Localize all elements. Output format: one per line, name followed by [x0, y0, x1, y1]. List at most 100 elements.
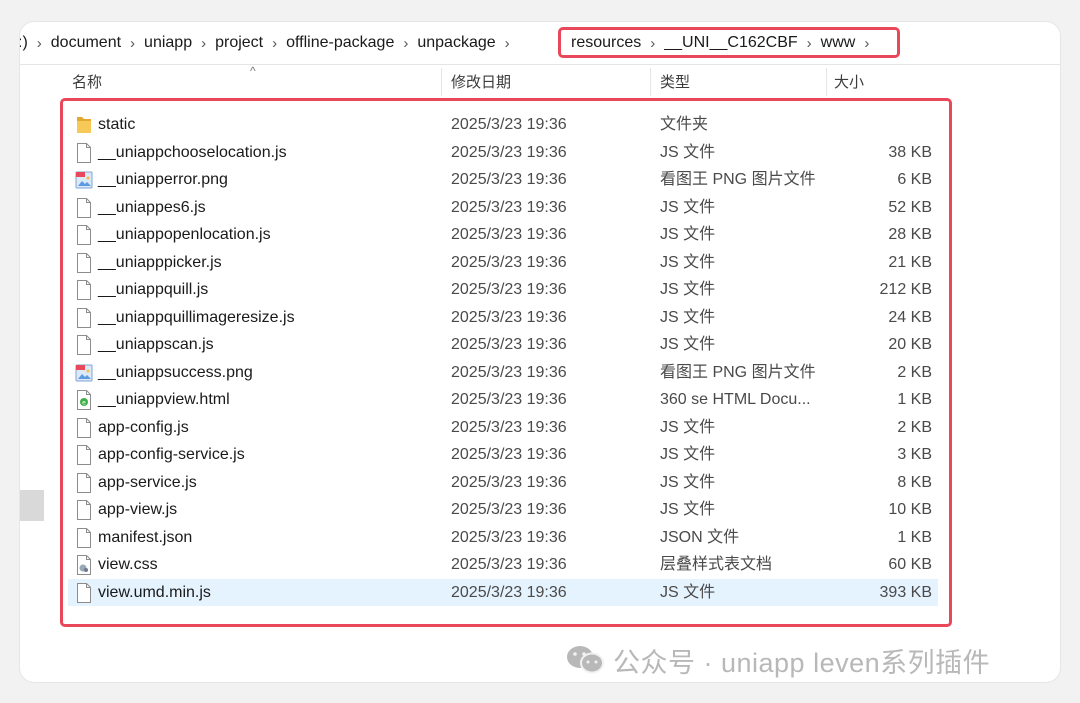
file-name: __uniappchooselocation.js — [98, 143, 287, 161]
file-size: 28 KB — [888, 226, 932, 243]
file-modified-date: 2025/3/23 19:36 — [451, 583, 567, 601]
file-type: JS 文件 — [660, 336, 716, 353]
chevron-right-icon[interactable]: › — [505, 35, 510, 52]
column-divider[interactable] — [441, 68, 442, 96]
file-name: __uniappquill.js — [98, 281, 209, 298]
file-row[interactable]: view.umd.min.js 2025/3/23 19:36 JS 文件 393 K… — [68, 578, 938, 606]
file-row[interactable]: __uniappsuccess.png 2025/3/23 19:36 看图王 PN… — [68, 359, 938, 387]
watermark: 公众号 · uniapp leven系列插件 — [565, 640, 990, 680]
file-modified-date: 2025/3/23 19:36 — [451, 391, 567, 408]
file-size: 8 KB — [897, 473, 932, 491]
file-name: app-service.js — [98, 473, 197, 491]
breadcrumb-highlight-box — [558, 27, 900, 58]
file-row[interactable]: static 2025/3/23 19:36 文件夹 — [68, 111, 938, 139]
file-name: app-config-service.js — [98, 446, 245, 463]
file-icon — [75, 197, 91, 218]
breadcrumb-item[interactable]: unpackage › — [417, 34, 518, 52]
file-type: JS 文件 — [660, 308, 716, 326]
file-type: JS 文件 — [660, 281, 716, 298]
file-modified-date: 2025/3/23 19:36 — [451, 418, 567, 436]
file-modified-date: 2025/3/23 19:36 — [451, 281, 567, 298]
file-row[interactable]: __uniapperror.png 2025/3/23 19:36 看图王 PNG … — [68, 166, 938, 194]
breadcrumb-item[interactable]: uniapp › — [144, 34, 215, 52]
breadcrumb-item[interactable]: document › — [51, 34, 144, 52]
file-name: __uniapppicker.js — [98, 253, 222, 271]
chevron-right-icon[interactable]: › — [201, 35, 206, 52]
file-modified-date: 2025/3/23 19:36 — [451, 473, 567, 491]
file-row[interactable]: app-config.js 2025/3/23 19:36 JS 文件 2 KB — [68, 414, 938, 442]
file-name: app-view.js — [98, 501, 178, 518]
chevron-right-icon[interactable]: › — [37, 35, 42, 52]
file-row[interactable]: view.css 2025/3/23 19:36 层叠样式表文档 60 KB — [68, 551, 938, 579]
chevron-right-icon[interactable]: › — [272, 35, 277, 52]
column-type[interactable]: 类型 — [660, 64, 690, 100]
breadcrumb-item-label: document — [50, 34, 122, 51]
image-file-icon — [75, 363, 93, 382]
file-name: app-config.js — [98, 418, 189, 436]
file-row[interactable]: __uniappquill.js 2025/3/23 19:36 JS 文件 212 … — [68, 276, 938, 304]
column-divider[interactable] — [650, 68, 651, 96]
file-row[interactable]: __uniapppicker.js 2025/3/23 19:36 JS 文件 21 … — [68, 249, 938, 277]
chevron-right-icon[interactable]: › — [130, 35, 135, 52]
file-modified-date: 2025/3/23 19:36 — [451, 363, 567, 381]
file-icon — [75, 335, 91, 355]
file-type: JS 文件 — [660, 501, 716, 518]
file-modified-date: 2025/3/23 19:36 — [451, 116, 567, 133]
file-size: 393 KB — [879, 583, 932, 601]
chevron-right-icon[interactable]: › — [403, 35, 408, 52]
file-size: 20 KB — [888, 336, 932, 353]
file-name: __uniappscan.js — [98, 336, 214, 353]
file-type: 360 se HTML Docu... — [660, 391, 811, 408]
file-row[interactable]: __uniappchooselocation.js 2025/3/23 19:36… — [68, 139, 938, 167]
file-icon — [75, 472, 91, 493]
file-size: 2 KB — [897, 418, 932, 436]
file-type: JSON 文件 — [660, 528, 740, 546]
file-row[interactable]: __uniappscan.js 2025/3/23 19:36 JS 文件 20 KB — [68, 331, 938, 359]
file-row[interactable]: app-config-service.js 2025/3/23 19:36 JS 文… — [68, 441, 938, 469]
file-size: 1 KB — [897, 391, 932, 408]
file-row[interactable]: __uniappopenlocation.js 2025/3/23 19:36 JS… — [68, 221, 938, 249]
file-icon — [75, 582, 91, 603]
breadcrumb-item-label: unpackage — [417, 34, 496, 51]
column-header: ^ 名称 修改日期 类型 大小 — [60, 64, 1060, 100]
file-modified-date: 2025/3/23 19:36 — [451, 501, 567, 518]
file-size: 21 KB — [888, 253, 932, 271]
file-modified-date: 2025/3/23 19:36 — [451, 446, 567, 463]
column-size[interactable]: 大小 — [834, 64, 864, 100]
file-modified-date: 2025/3/23 19:36 — [451, 226, 567, 243]
file-name: manifest.json — [98, 528, 193, 546]
column-date[interactable]: 修改日期 — [451, 64, 511, 100]
column-name[interactable]: 名称 — [72, 64, 102, 100]
file-type: JS 文件 — [660, 198, 716, 216]
breadcrumb-item-label: offline-package — [286, 34, 395, 51]
file-name: view.css — [98, 556, 158, 573]
file-modified-date: 2025/3/23 19:36 — [451, 143, 567, 161]
file-type: JS 文件 — [660, 583, 716, 601]
file-modified-date: 2025/3/23 19:36 — [451, 336, 567, 353]
file-size: 212 KB — [879, 281, 932, 298]
file-type: JS 文件 — [660, 253, 716, 271]
breadcrumb-item[interactable]: :) › — [20, 34, 51, 52]
file-size: 2 KB — [897, 363, 932, 381]
explorer-window: :)›document›uniapp›project›offline-packa… — [20, 22, 1060, 682]
breadcrumb-item[interactable]: project › — [215, 34, 286, 52]
nav-pane-scrollbar[interactable] — [20, 490, 44, 521]
file-row[interactable]: manifest.json 2025/3/23 19:36 JSON 文件 1 KB — [68, 524, 938, 552]
file-list: static 2025/3/23 19:36 文件夹 __uniappchooselo… — [68, 111, 938, 606]
file-row[interactable]: __uniappquillimageresize.js 2025/3/23 19:… — [68, 304, 938, 332]
sort-ascending-icon: ^ — [250, 64, 256, 78]
breadcrumb-item-label: uniapp — [144, 34, 193, 51]
file-row[interactable]: app-view.js 2025/3/23 19:36 JS 文件 10 KB — [68, 496, 938, 524]
file-icon — [75, 142, 91, 163]
file-modified-date: 2025/3/23 19:36 — [451, 556, 567, 573]
breadcrumb-item[interactable]: offline-package › — [286, 34, 417, 52]
file-type: 层叠样式表文档 — [660, 556, 773, 573]
file-row[interactable]: e __uniappview.html 2025/3/23 19:36 360 se … — [68, 386, 938, 414]
file-row[interactable]: app-service.js 2025/3/23 19:36 JS 文件 8 KB — [68, 469, 938, 497]
column-divider[interactable] — [826, 68, 827, 96]
file-name: __uniappquillimageresize.js — [98, 308, 295, 326]
file-size: 52 KB — [888, 198, 932, 216]
file-type: JS 文件 — [660, 226, 716, 243]
file-row[interactable]: __uniappes6.js 2025/3/23 19:36 JS 文件 52 KB — [68, 194, 938, 222]
breadcrumb-item-label: :) — [20, 34, 28, 51]
